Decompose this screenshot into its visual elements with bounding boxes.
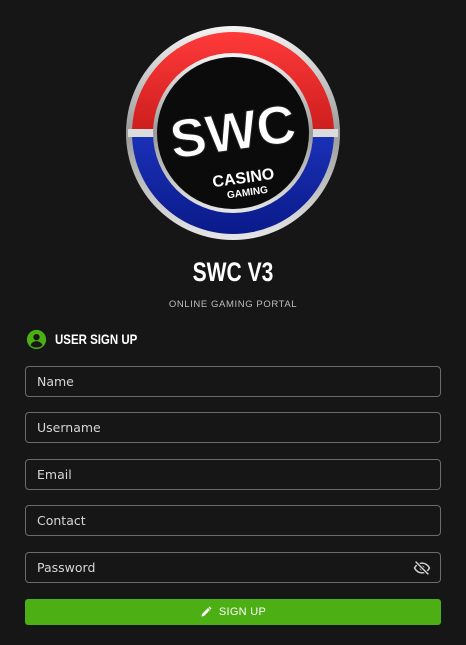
swc-casino-gaming-logo: SWC CASINO GAMING [126, 26, 340, 240]
sign-up-button[interactable]: SIGN UP [25, 599, 441, 625]
logo: SWC CASINO GAMING [124, 24, 342, 242]
email-input[interactable] [26, 460, 440, 489]
name-field-wrapper [25, 366, 441, 397]
contact-input[interactable] [26, 506, 440, 535]
password-field-wrapper [25, 552, 441, 583]
section-header: USER SIGN UP [26, 328, 155, 350]
page-title: SWC V3 [192, 257, 274, 287]
eye-slash-icon[interactable] [413, 559, 431, 577]
section-title: USER SIGN UP [55, 331, 138, 347]
username-input[interactable] [26, 413, 440, 442]
contact-field-wrapper [25, 505, 441, 536]
username-field-wrapper [25, 412, 441, 443]
password-input[interactable] [26, 553, 440, 582]
email-field-wrapper [25, 459, 441, 490]
name-input[interactable] [26, 367, 440, 396]
user-circle-icon [26, 329, 47, 349]
sign-up-button-label: SIGN UP [218, 606, 267, 618]
page-subtitle: ONLINE GAMING PORTAL [168, 299, 298, 310]
pencil-icon [201, 606, 212, 617]
